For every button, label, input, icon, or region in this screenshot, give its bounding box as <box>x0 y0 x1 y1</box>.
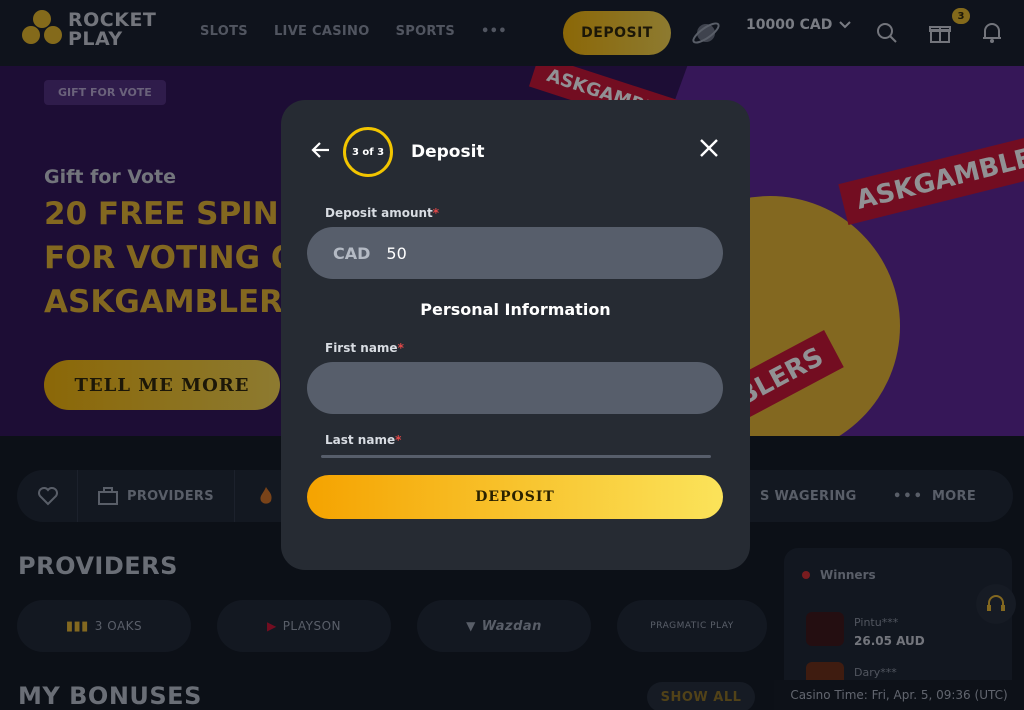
modal-title: Deposit <box>411 142 485 162</box>
close-icon[interactable] <box>697 136 721 160</box>
deposit-amount-field[interactable]: CAD 50 <box>307 227 723 279</box>
currency-label: CAD <box>333 243 371 263</box>
amount-value: 50 <box>386 243 407 263</box>
last-name-field[interactable] <box>321 455 711 458</box>
first-name-label: First name* <box>325 341 404 355</box>
last-name-label: Last name* <box>325 433 402 447</box>
first-name-field[interactable] <box>307 362 723 414</box>
personal-info-title: Personal Information <box>420 300 611 319</box>
back-arrow-icon[interactable] <box>309 138 333 162</box>
deposit-amount-label: Deposit amount* <box>325 206 440 220</box>
deposit-submit-button[interactable]: DEPOSIT <box>307 475 723 519</box>
deposit-modal: 3 of 3 Deposit Deposit amount* CAD 50 Pe… <box>281 100 750 570</box>
step-indicator: 3 of 3 <box>343 127 393 177</box>
